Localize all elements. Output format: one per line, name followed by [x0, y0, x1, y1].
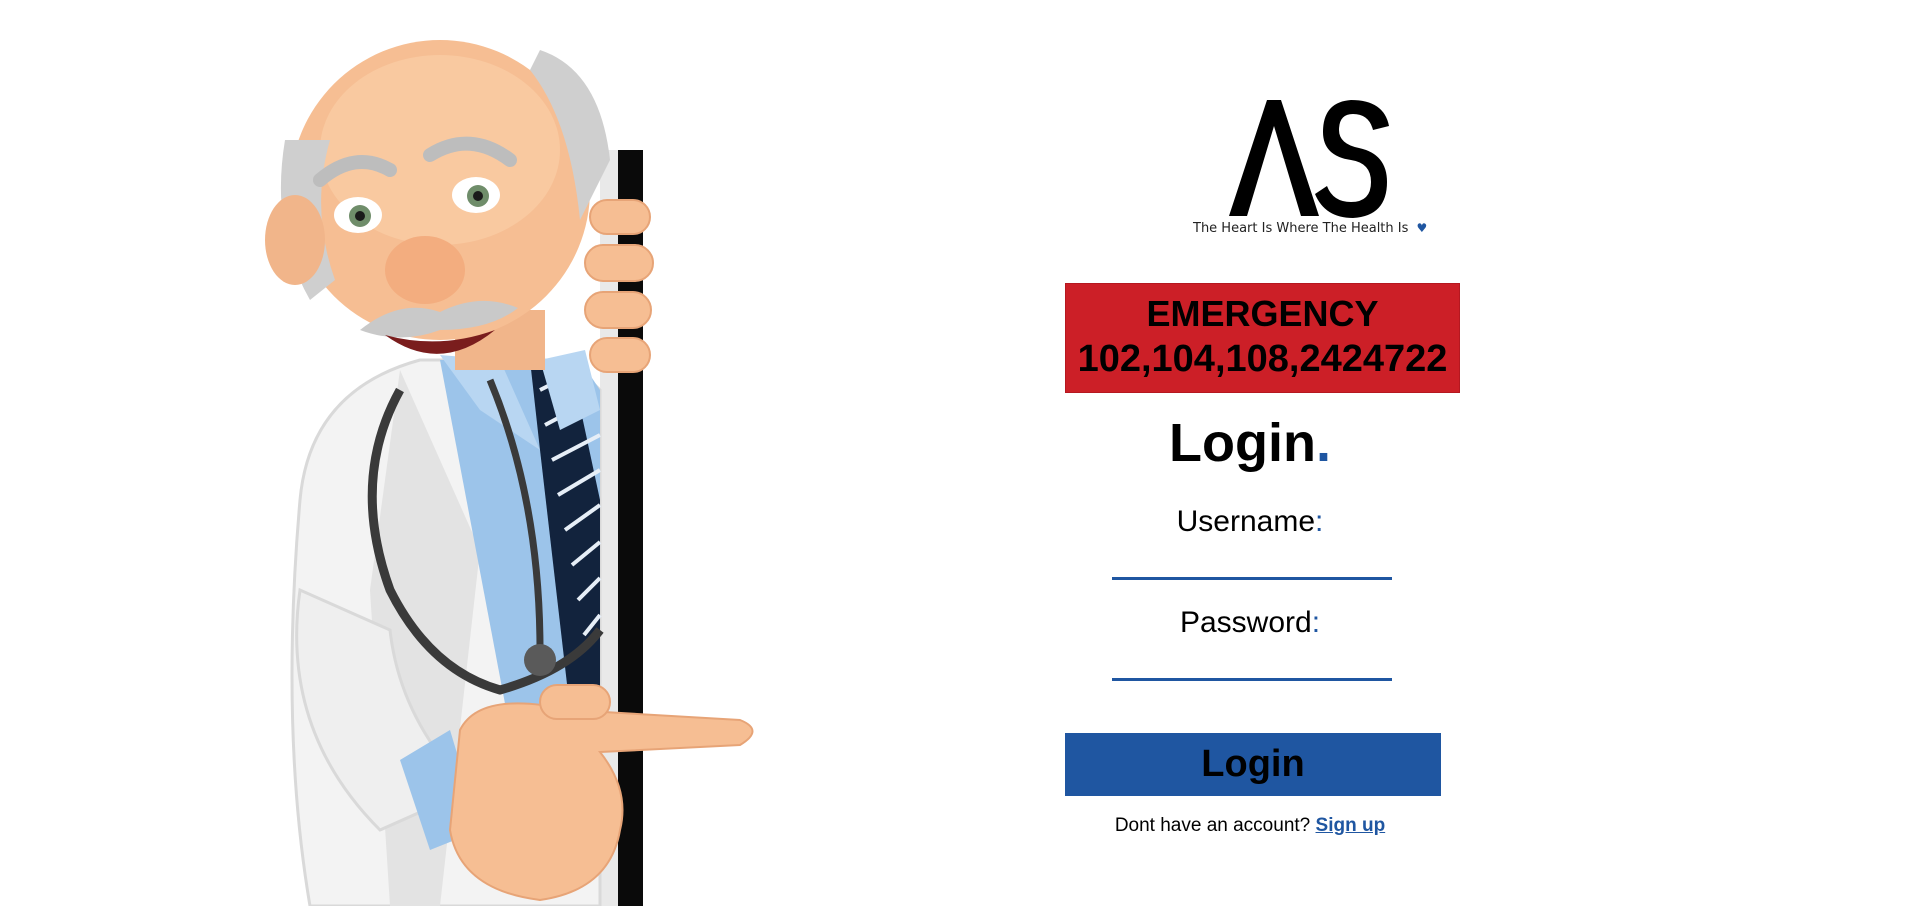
password-label-text: Password	[1179, 606, 1312, 639]
doctor-illustration	[240, 30, 760, 906]
password-label-colon: :	[1311, 606, 1321, 639]
signup-link[interactable]: Sign up	[1316, 815, 1386, 836]
login-panel: The Heart Is Where The Health Is ♥ EMERG…	[1060, 0, 1460, 906]
username-label-text: Username	[1176, 505, 1316, 538]
password-label: Password:	[1060, 603, 1440, 643]
emergency-numbers: 102,104,108,2424722	[1077, 338, 1448, 380]
doctor-pointing-icon	[265, 40, 754, 906]
heart-icon: ♥	[1416, 221, 1428, 235]
username-label: Username:	[1060, 502, 1440, 542]
emergency-banner: EMERGENCY 102,104,108,2424722	[1065, 283, 1460, 393]
brand-tagline: The Heart Is Where The Health Is ♥	[1193, 221, 1433, 236]
login-heading: Login.	[1060, 410, 1440, 476]
login-button[interactable]: Login	[1065, 733, 1441, 796]
username-label-colon: :	[1315, 505, 1324, 538]
username-input[interactable]	[1112, 540, 1392, 580]
login-heading-text: Login	[1169, 413, 1316, 473]
login-page: The Heart Is Where The Health Is ♥ EMERG…	[0, 0, 1920, 906]
emergency-title: EMERGENCY	[1146, 293, 1379, 334]
login-heading-dot: .	[1315, 413, 1331, 473]
signup-row: Dont have an account? Sign up	[1060, 815, 1440, 837]
signup-prompt: Dont have an account?	[1114, 815, 1311, 836]
brand-logo: The Heart Is Where The Health Is ♥	[1126, 98, 1427, 240]
as-logo-icon	[1229, 100, 1389, 218]
tagline-text: The Heart Is Where The Health Is	[1193, 221, 1409, 236]
password-input[interactable]	[1112, 641, 1392, 681]
